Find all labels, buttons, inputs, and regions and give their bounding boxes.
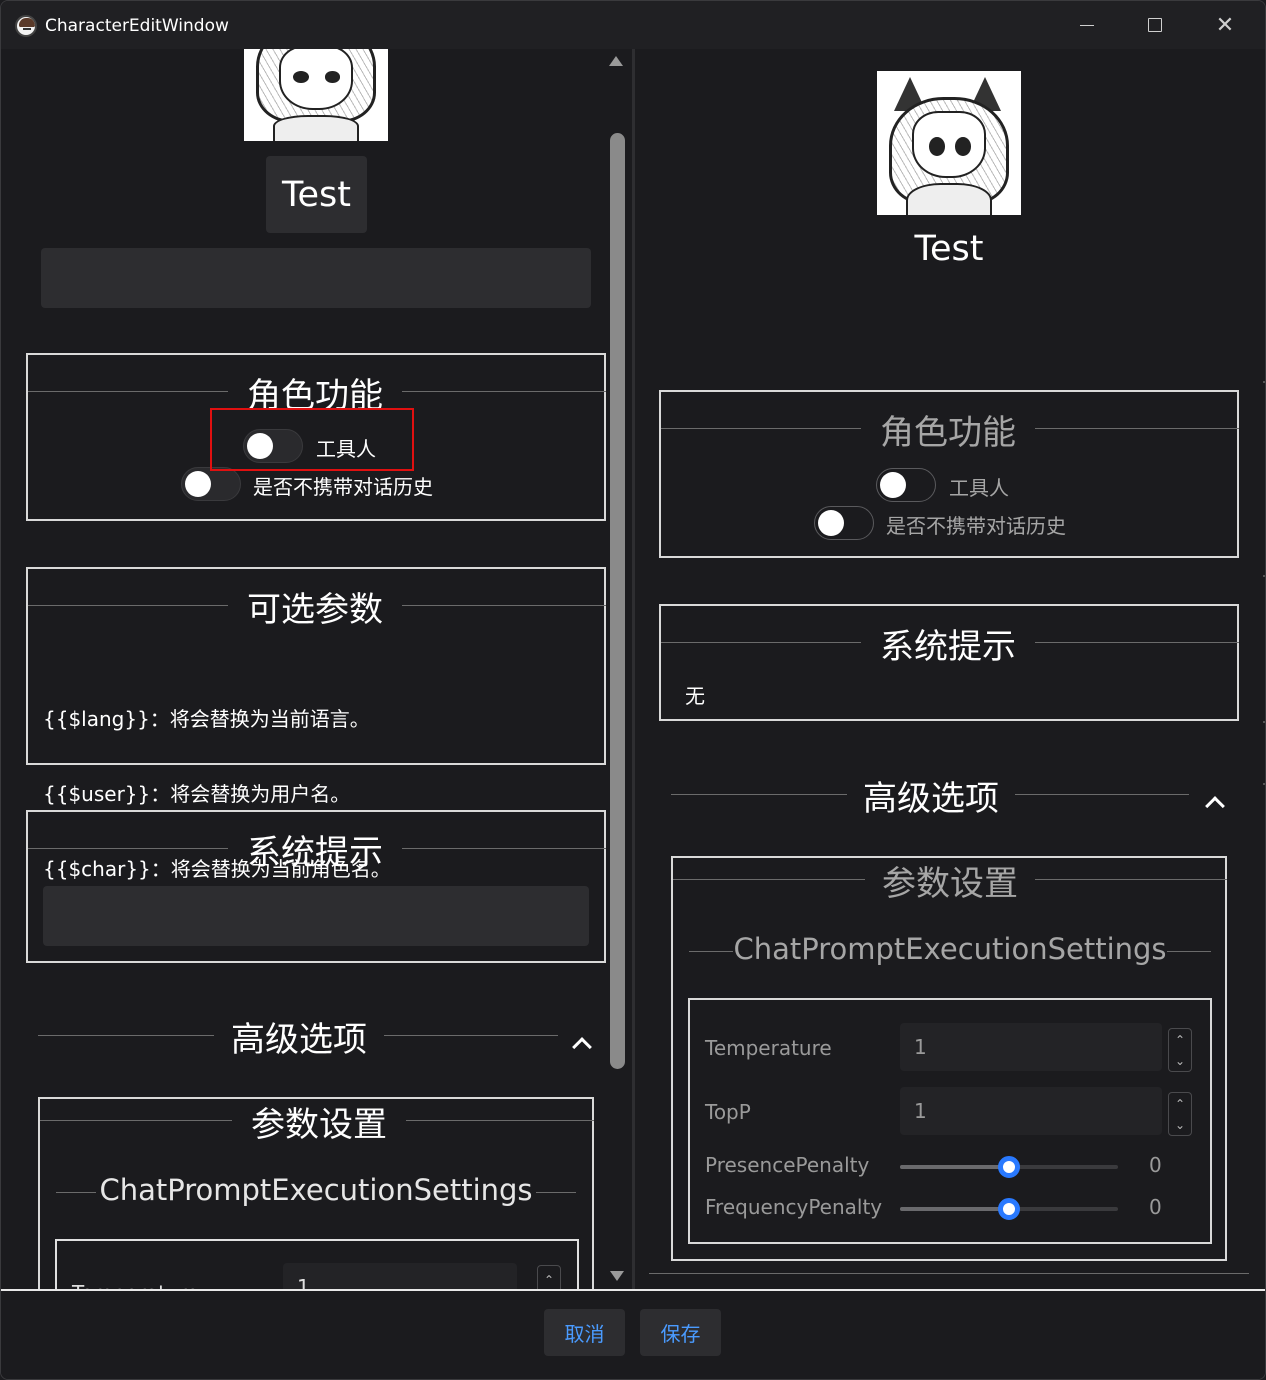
close-icon: ✕ [1215,12,1235,38]
preview-system-prompt-group: 系统提示 无 [659,604,1239,721]
edit-pane: Test 角色功能 工具人 是否不携带对话历史 可选参数 {{$lang}}：将… [4,49,632,1289]
no-history-label: 是否不携带对话历史 [253,475,433,499]
advanced-options-title: 高级选项 [231,1020,367,1060]
settings-class-title: ChatPromptExecutionSettings [99,1173,533,1207]
param-settings-group: 参数设置 ChatPromptExecutionSettings Tempera… [38,1097,594,1289]
no-history-toggle[interactable] [181,467,241,501]
slider-fill [900,1165,1009,1169]
preview-character-name: Test [914,229,984,269]
character-edit-window: CharacterEditWindow ✕ Test 角色功能 工具人 是否不携… [0,0,1266,1380]
preview-no-history-toggle [814,506,874,540]
spin-up-icon: ⌃ [1174,1032,1186,1047]
advanced-line-right [384,1035,558,1036]
system-prompt-title: 系统提示 [247,833,383,873]
character-avatar-image[interactable] [244,49,388,141]
character-name-field[interactable]: Test [266,156,367,233]
preview-system-prompt-value: 无 [685,684,705,708]
param-line-lang: {{$lang}}：将会替换为当前语言。 [43,707,370,731]
preview-advanced-line-left [671,794,847,795]
scroll-down-arrow-icon[interactable] [610,1271,624,1281]
maximize-button[interactable] [1143,13,1167,37]
temperature-label: Temperature [72,1281,199,1289]
optional-params-title: 可选参数 [247,590,383,630]
pane-divider [632,49,635,1289]
top-p-input: 1 [900,1087,1162,1135]
presence-penalty-value: 0 [1149,1153,1162,1177]
preview-param-settings-title: 参数设置 [882,864,1018,904]
presence-penalty-label: PresencePenalty [705,1153,870,1177]
settings-inner-group: Temperature 1 ⌃ [55,1239,579,1289]
preview-settings-inner-group: Temperature 1 ⌃ ⌄ TopP 1 ⌃ ⌄ PresencePenal… [688,998,1212,1244]
scrollbar-thumb[interactable] [610,133,625,1069]
maximize-icon [1148,18,1162,32]
app-avatar-icon [15,15,37,37]
preview-role-features-title: 角色功能 [880,413,1016,453]
presence-penalty-slider [900,1156,1118,1178]
param-line-user: {{$user}}：将会替换为用户名。 [43,782,351,806]
chevron-up-icon[interactable] [1205,796,1225,816]
preview-tool-person-label: 工具人 [949,476,1009,500]
slider-fill [900,1207,1009,1211]
save-button[interactable]: 保存 [640,1309,721,1356]
param-settings-title: 参数设置 [251,1105,387,1145]
frequency-penalty-value: 0 [1149,1195,1162,1219]
toggle-knob [185,471,211,497]
slider-thumb [998,1156,1020,1178]
window-title: CharacterEditWindow [45,16,229,36]
preview-settings-class-title: ChatPromptExecutionSettings [733,932,1167,966]
slider-thumb [998,1198,1020,1220]
character-description-input[interactable] [41,248,591,308]
toggle-knob [880,472,906,498]
temperature-spin: ⌃ ⌄ [1168,1028,1192,1072]
highlight-box [210,408,414,471]
title-bar: CharacterEditWindow ✕ [1,1,1265,49]
preview-system-prompt-title: 系统提示 [880,627,1016,667]
preview-bottom-rule [649,1273,1249,1274]
temperature-label: Temperature [705,1036,832,1060]
spin-down-icon: ⌄ [1174,1053,1186,1068]
optional-params-group: 可选参数 {{$lang}}：将会替换为当前语言。 {{$user}}：将会替换… [26,567,606,881]
frequency-penalty-label: FrequencyPenalty [705,1195,883,1219]
action-bar: 取消 保存 [1,1289,1265,1379]
preview-no-history-label: 是否不携带对话历史 [886,514,1066,538]
temperature-input: 1 [900,1023,1162,1071]
spin-up-icon[interactable]: ⌃ [544,1273,554,1287]
cancel-button[interactable]: 取消 [544,1309,625,1356]
preview-avatar-image [877,71,1021,215]
minimize-button[interactable] [1075,13,1099,37]
preview-role-features-group: 角色功能 工具人 是否不携带对话历史 [659,390,1239,558]
preview-advanced-line-right [1015,794,1189,795]
system-prompt-group: 系统提示 [26,810,606,963]
toggle-knob [818,510,844,536]
preview-advanced-options-title: 高级选项 [863,779,999,819]
preview-param-settings-group: 参数设置 ChatPromptExecutionSettings Tempera… [671,856,1227,1261]
chevron-up-icon[interactable] [572,1037,592,1057]
temperature-input[interactable]: 1 [283,1263,517,1289]
close-button[interactable]: ✕ [1213,12,1237,38]
temperature-spin[interactable]: ⌃ [537,1265,561,1289]
scroll-up-arrow-icon[interactable] [609,56,623,66]
minimize-icon [1080,24,1094,26]
spin-up-icon: ⌃ [1174,1096,1186,1111]
frequency-penalty-slider [900,1198,1118,1220]
top-p-spin: ⌃ ⌄ [1168,1092,1192,1136]
top-p-label: TopP [705,1100,751,1124]
advanced-line-left [38,1035,214,1036]
preview-tool-person-toggle [876,468,936,502]
spin-down-icon: ⌄ [1174,1117,1186,1132]
system-prompt-input[interactable] [43,886,589,946]
